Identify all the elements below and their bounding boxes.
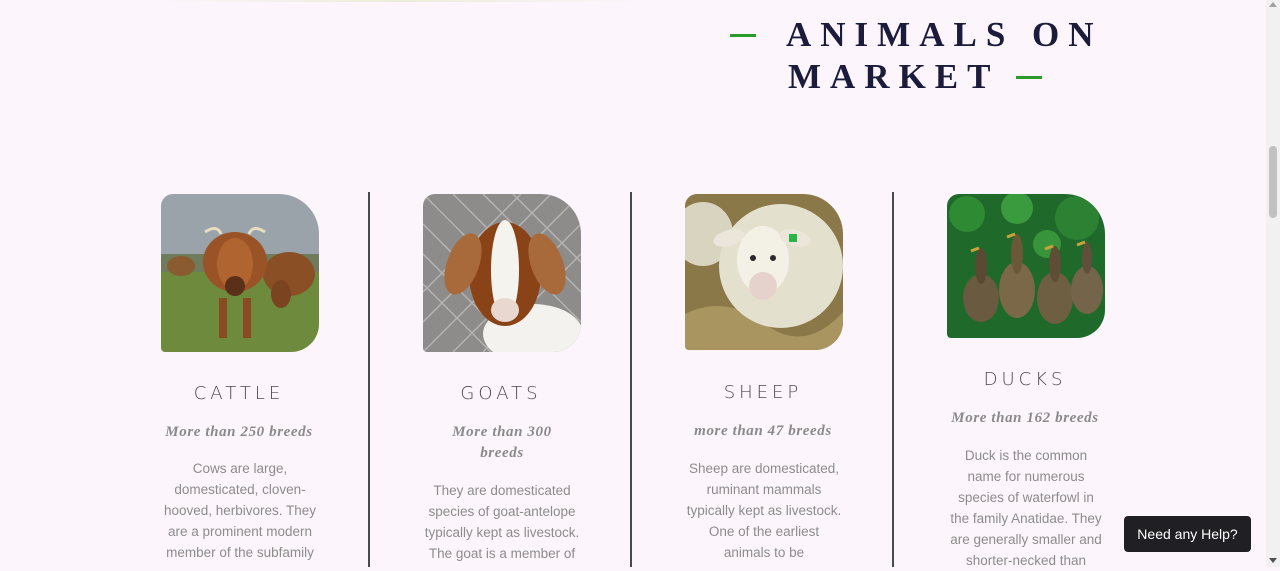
animal-card-cattle: CATTLE More than 250 breeds Cows are lar… — [108, 190, 370, 567]
animal-name: DUCKS — [983, 369, 1067, 390]
help-chat-button[interactable]: Need any Help? — [1124, 516, 1251, 552]
animal-card-sheep: SHEEP more than 47 breeds Sheep are dome… — [632, 190, 894, 567]
animal-description: Sheep are domesticated, ruminant mammals… — [686, 461, 842, 560]
scrollbar-thumb[interactable] — [1269, 146, 1277, 218]
animal-breeds: more than 47 breeds — [694, 423, 832, 439]
goat-photo — [423, 194, 581, 352]
animal-description: Cows are large, domesticated, cloven-hoo… — [163, 461, 317, 560]
animal-name: CATTLE — [193, 383, 285, 404]
heading-line-2: MARKET — [788, 57, 1000, 96]
scroll-up-icon[interactable] — [1269, 2, 1277, 7]
animal-name: GOATS — [460, 383, 542, 404]
heading-accent-dash-left — [730, 33, 756, 37]
scroll-down-icon[interactable] — [1269, 558, 1277, 563]
heading-line-1: ANIMALS ON — [786, 15, 1103, 54]
animal-name: SHEEP — [723, 382, 803, 403]
animals-card-list: CATTLE More than 250 breeds Cows are lar… — [108, 190, 1156, 568]
animal-breeds: More than 300 breeds — [452, 424, 552, 461]
animal-card-goats: GOATS More than 300 breeds They are dome… — [370, 190, 632, 567]
sheep-photo — [685, 194, 843, 350]
animal-description: Duck is the common name for numerous spe… — [950, 448, 1102, 568]
animal-breeds: More than 250 breeds — [165, 424, 313, 440]
animal-description: They are domesticated species of goat-an… — [424, 483, 580, 561]
top-divider — [160, 0, 640, 2]
cattle-photo — [161, 194, 319, 352]
heading-accent-dash-right — [1015, 75, 1042, 79]
duck-photo — [947, 194, 1105, 338]
page-scrollbar[interactable] — [1266, 0, 1280, 567]
animal-breeds: More than 162 breeds — [951, 410, 1099, 426]
section-heading: ANIMALS ON MARKET — [730, 14, 1130, 98]
animal-card-ducks: DUCKS More than 162 breeds Duck is the c… — [894, 190, 1156, 568]
